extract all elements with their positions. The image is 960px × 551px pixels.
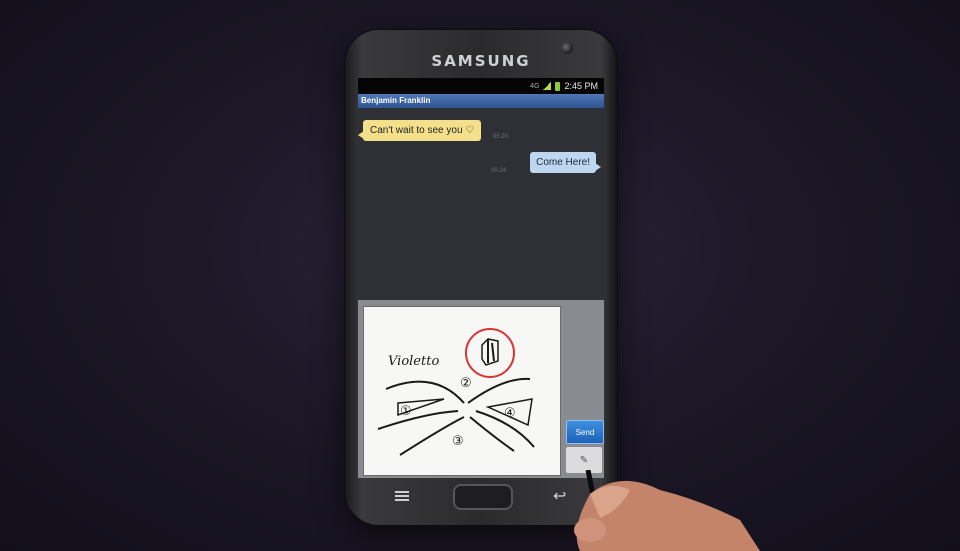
- incoming-message-bubble[interactable]: Can't wait to see you ♡: [358, 120, 482, 141]
- brand-logo: SAMSUNG: [431, 52, 531, 70]
- sketch-label: Violetto: [388, 354, 439, 369]
- sketch-map: Violetto ② ① ④ ③: [377, 328, 535, 456]
- status-time: 2:45 PM: [564, 81, 598, 91]
- hand-with-stylus: [574, 470, 760, 551]
- building-icon: [481, 338, 499, 366]
- home-button[interactable]: [453, 484, 513, 510]
- network-icon: 4G: [530, 82, 540, 90]
- camera-icon: [561, 42, 573, 54]
- drawing-canvas[interactable]: Violetto ② ① ④ ③: [363, 306, 561, 476]
- red-circle-mark: [465, 328, 515, 378]
- status-bar: 4G 2:45 PM: [358, 78, 604, 94]
- signal-icon: [543, 82, 552, 90]
- smartphone: SAMSUNG 4G 2:45 PM Benjamin Franklin Can…: [345, 30, 617, 525]
- marker-3: ③: [452, 434, 464, 449]
- marker-1: ①: [400, 404, 412, 419]
- marker-4: ④: [504, 406, 516, 421]
- message-timestamp: 05:20: [493, 134, 509, 140]
- contact-name: Benjamin Franklin: [358, 94, 604, 108]
- marker-2: ②: [460, 376, 472, 391]
- message-list[interactable]: Can't wait to see you ♡ 05:20 05:24 Come…: [358, 108, 604, 300]
- battery-icon: [555, 81, 561, 91]
- message-timestamp: 05:24: [491, 168, 507, 174]
- compose-panel: Violetto ② ① ④ ③ Send ✎: [358, 300, 604, 478]
- phone-screen: 4G 2:45 PM Benjamin Franklin Can't wait …: [358, 78, 604, 478]
- menu-icon[interactable]: [395, 491, 409, 501]
- outgoing-message-bubble[interactable]: Come Here!: [530, 152, 601, 173]
- send-button[interactable]: Send: [566, 420, 604, 444]
